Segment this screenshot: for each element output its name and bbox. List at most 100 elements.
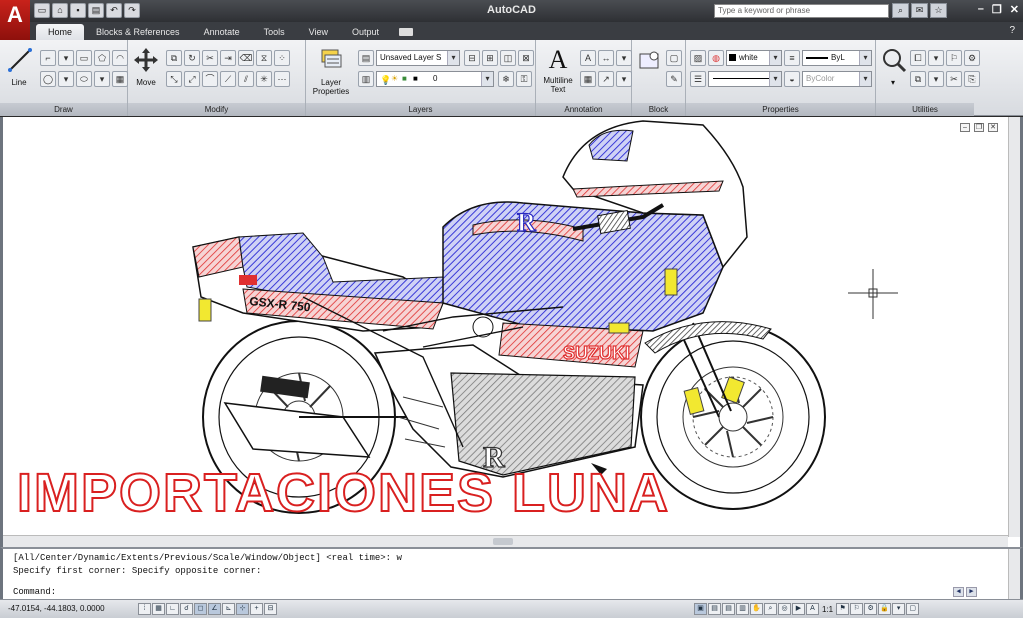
viewport-close-icon[interactable]: ✕ [988,123,998,132]
make-current-icon[interactable]: ▥ [358,71,374,87]
layer-previous-icon[interactable]: ⊞ [482,50,498,66]
object-snap-tracking-icon[interactable]: ∠ [208,603,221,615]
workspace-switching-icon[interactable]: ⚙ [864,603,878,615]
measure-button[interactable]: ▾ [880,46,907,87]
insert-block-button[interactable] [636,46,662,78]
layer-isolate-icon[interactable]: ◫ [500,50,516,66]
steering-wheel-icon[interactable]: ◎ [778,603,791,615]
layer-match-icon[interactable]: ⊟ [464,50,480,66]
dropdown-icon[interactable]: ▾ [616,71,632,87]
annotation-scale-icon[interactable]: A [806,603,819,615]
redo-icon[interactable]: ↷ [124,3,140,18]
tab-tools[interactable]: Tools [252,24,297,40]
copy-clip-icon[interactable]: ⎘ [964,71,980,87]
ellipse-icon[interactable]: ⬭ [76,71,92,87]
match-properties-icon[interactable]: ▨ [690,50,706,66]
arc-icon[interactable]: ◠ [112,50,128,66]
paste-icon[interactable]: ⧉ [910,71,926,87]
search-icon[interactable]: ⌕ [892,3,909,18]
layer-state-combo[interactable]: Unsaved Layer S [376,50,460,66]
annotation-visibility-icon[interactable]: ⚑ [836,603,850,615]
undo-icon[interactable]: ↶ [106,3,122,18]
model-space-icon[interactable]: ▣ [694,603,707,615]
pan-icon[interactable]: ✋ [750,603,763,615]
panel-title-layers[interactable]: Layers [306,103,535,116]
annotation-scale-value[interactable]: 1:1 [822,605,833,614]
vertical-scrollbar[interactable] [1008,117,1020,537]
ortho-mode-icon[interactable]: ∟ [166,603,179,615]
dynamic-ucs-icon[interactable]: ⊾ [222,603,235,615]
plotstyle-combo[interactable]: ByColor [802,71,872,87]
id-point-icon[interactable]: ⧠ [910,50,926,66]
dropdown-icon[interactable]: ▾ [58,71,74,87]
tab-view[interactable]: View [297,24,340,40]
layer-freeze-icon[interactable]: ❄ [498,71,514,87]
erase-icon[interactable]: ⌫ [238,50,254,66]
hatch-icon[interactable]: ▦ [112,71,128,87]
single-line-text-icon[interactable]: A [580,50,596,66]
polygon-icon[interactable]: ⬠ [94,50,110,66]
create-block-icon[interactable]: ▢ [666,50,682,66]
move-button[interactable]: Move [132,46,160,87]
new-icon[interactable]: ▭ [34,3,50,18]
calculator-icon[interactable]: ⚙ [964,50,980,66]
dropdown-icon[interactable]: ▾ [58,50,74,66]
grid-display-icon[interactable]: ▦ [152,603,165,615]
layer-state-icon[interactable]: ▤ [358,50,374,66]
panel-title-draw[interactable]: Draw [0,103,127,116]
minimize-icon[interactable]: – [978,3,984,16]
tab-output[interactable]: Output [340,24,391,40]
table-icon[interactable]: ▦ [580,71,596,87]
plotstyle-icon[interactable]: ◒ [784,71,800,87]
multiline-text-button[interactable]: A Multiline Text [539,46,577,95]
print-icon[interactable]: ▤ [88,3,104,18]
circle-icon[interactable]: ◯ [40,71,56,87]
panel-title-block[interactable]: Block [632,103,685,116]
break-icon[interactable]: ⋯ [274,71,290,87]
dropdown-icon[interactable]: ▾ [892,603,906,615]
polyline-icon[interactable]: ⌐ [40,50,56,66]
dropdown-icon[interactable]: ▾ [94,71,110,87]
save-icon[interactable]: ▪ [70,3,86,18]
cut-icon[interactable]: ✂ [946,71,962,87]
polar-tracking-icon[interactable]: ☌ [180,603,193,615]
rectangle-icon[interactable]: ▭ [76,50,92,66]
showmotion-icon[interactable]: ▶ [792,603,805,615]
scroll-left-icon[interactable]: ◀ [953,587,964,597]
coordinate-readout[interactable]: -47.0154, -44.1803, 0.0000 [8,604,105,613]
stretch-icon[interactable]: ⤡ [166,71,182,87]
open-icon[interactable]: ⌂ [52,3,68,18]
panel-title-annotation[interactable]: Annotation [536,103,631,116]
lock-toolbar-icon[interactable]: 🔒 [878,603,892,615]
dropdown-icon[interactable]: ▾ [928,50,944,66]
layer-combo[interactable]: 💡 ☀ ■ ■ 0 [376,71,494,87]
restore-icon[interactable]: ❐ [992,3,1002,16]
ribbon-minimize-icon[interactable] [399,28,413,36]
linear-dimension-icon[interactable]: ↔ [598,50,614,66]
explode-icon[interactable]: ✳ [256,71,272,87]
search-input[interactable]: Type a keyword or phrase [714,4,889,18]
panel-title-modify[interactable]: Modify [128,103,305,116]
multileader-icon[interactable]: ↗ [598,71,614,87]
edit-block-icon[interactable]: ✎ [666,71,682,87]
copy-icon[interactable]: ⧉ [166,50,182,66]
extend-icon[interactable]: ⇥ [220,50,236,66]
lineweight-toggle-icon[interactable]: + [250,603,263,615]
auto-scale-icon[interactable]: ⚐ [850,603,864,615]
layout2-icon[interactable]: ▤ [722,603,735,615]
layout1-icon[interactable]: ▤ [708,603,721,615]
clean-screen-icon[interactable]: ▢ [906,603,920,615]
object-snap-icon[interactable]: ◻ [194,603,207,615]
tab-blocks-references[interactable]: Blocks & References [84,24,192,40]
viewport-restore-icon[interactable]: ❐ [974,123,984,132]
layer-lock-icon[interactable]: ⚿ [516,71,532,87]
line-button[interactable]: Line [6,46,32,87]
dropdown-icon[interactable]: ▾ [928,71,944,87]
scroll-thumb[interactable] [493,538,513,545]
quick-select-icon[interactable]: ⚐ [946,50,962,66]
panel-title-utilities[interactable]: Utilities [876,103,974,116]
application-menu-button[interactable]: A [0,0,30,40]
layer-off-icon[interactable]: ⊠ [518,50,534,66]
dropdown-icon[interactable]: ▾ [880,78,906,87]
drawing-canvas[interactable]: R GSX-R 750 R SUZUKI IMPORTACIONES LUNA … [0,117,1023,547]
